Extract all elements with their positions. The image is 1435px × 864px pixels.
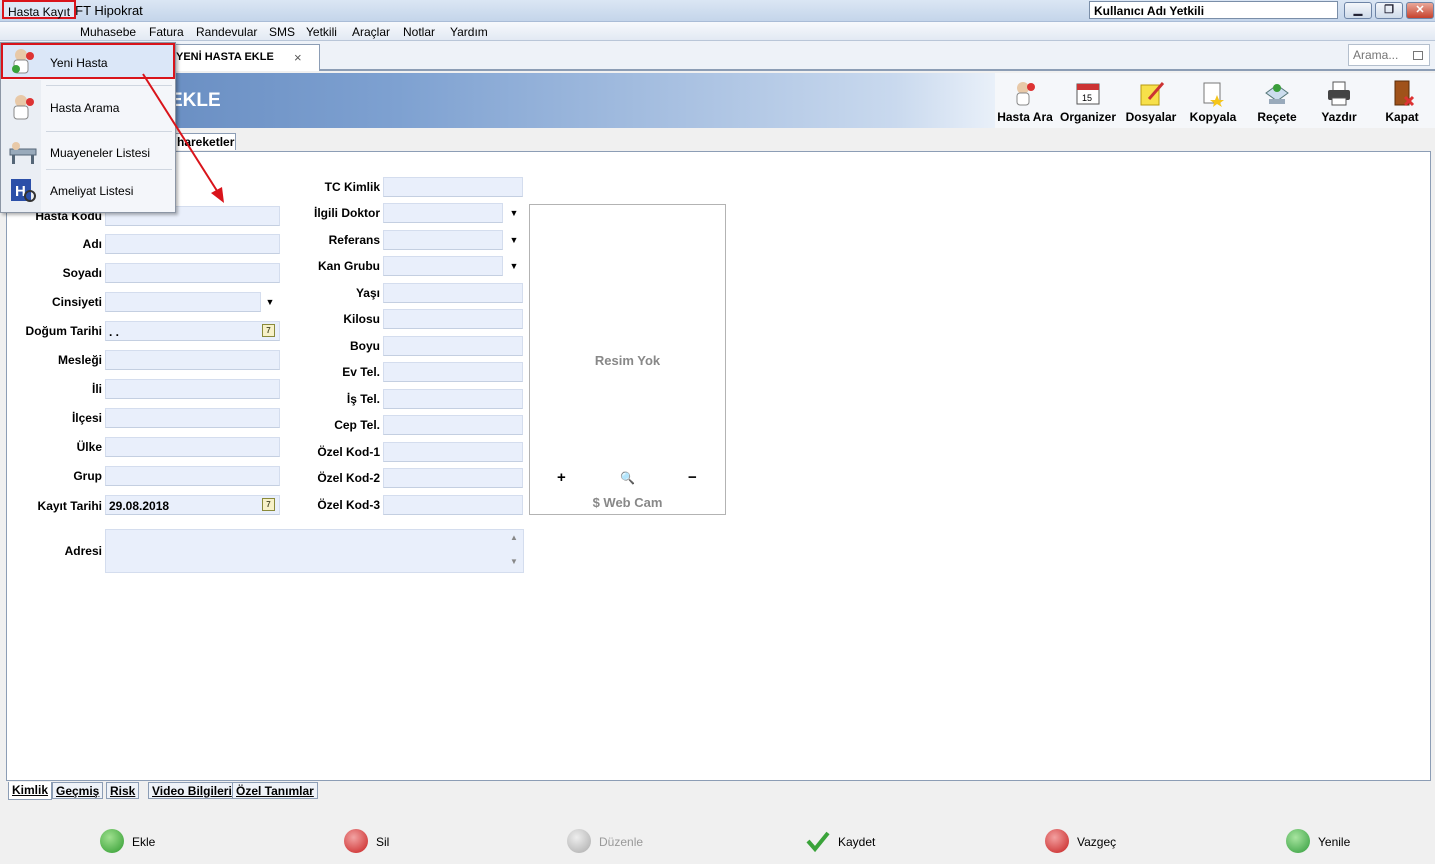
annotation-arrow bbox=[142, 73, 224, 203]
